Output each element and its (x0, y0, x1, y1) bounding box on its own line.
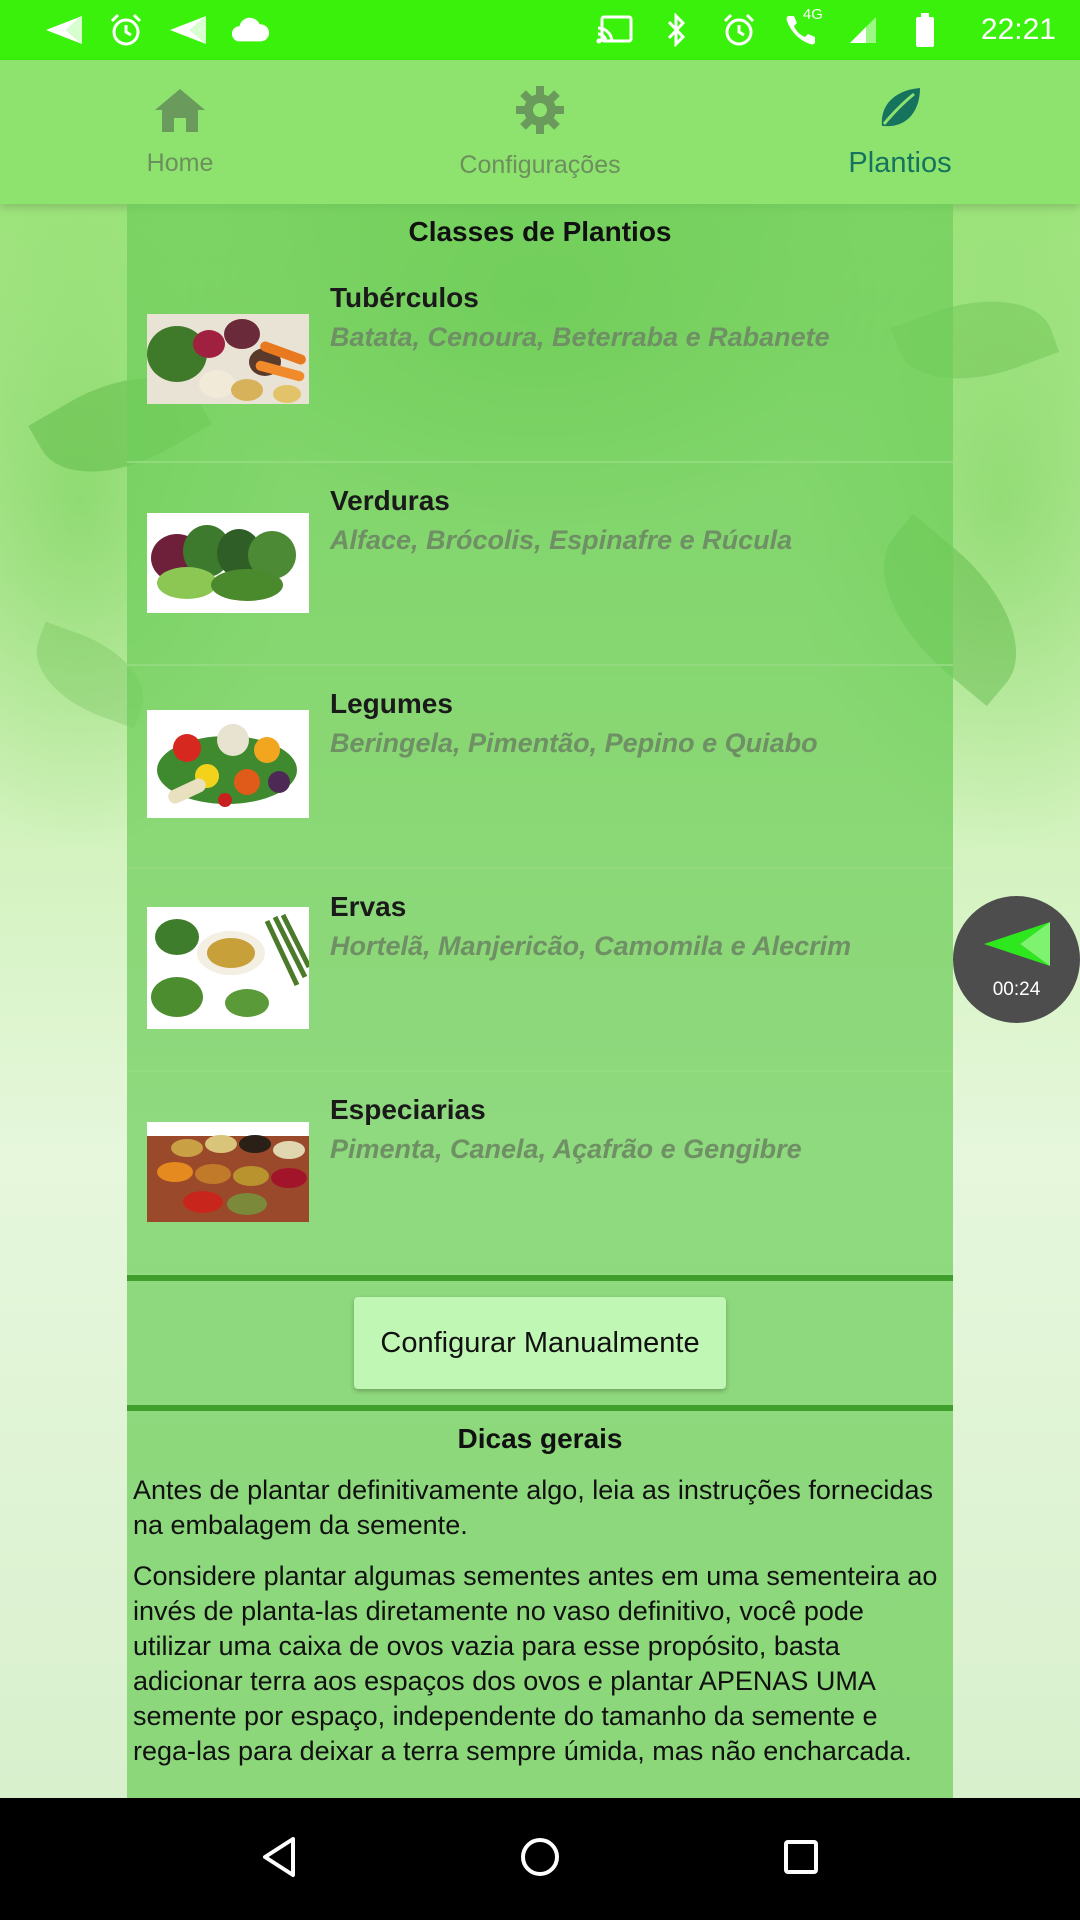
home-circle-icon[interactable] (518, 1835, 562, 1884)
tab-home-label: Home (146, 149, 214, 177)
divider (127, 1405, 953, 1411)
item-name: Especiarias (330, 1094, 486, 1125)
tips-title: Dicas gerais (457, 1423, 623, 1454)
system-nav-bar (0, 1798, 1080, 1920)
classes-title: Classes de Plantios (408, 216, 672, 247)
alarm-icon (719, 10, 759, 50)
tab-home[interactable]: Home (0, 60, 360, 204)
floating-recorder-bubble[interactable]: 00:24 (953, 896, 1080, 1023)
tip-paragraph: Antes de plantar definitivamente algo, l… (133, 1475, 933, 1540)
item-name: Legumes (330, 688, 453, 719)
item-name: Tubérculos (330, 282, 479, 313)
item-desc: Alface, Brócolis, Espinafre e Rúcula (330, 525, 793, 555)
item-desc: Pimenta, Canela, Açafrão e Gengibre (330, 1134, 802, 1164)
gear-icon (514, 84, 566, 141)
battery-icon (905, 10, 945, 50)
list-item-tuberculos[interactable]: Tubérculos Batata, Cenoura, Beterraba e … (127, 260, 953, 463)
list-item-verduras[interactable]: Verduras Alface, Brócolis, Espinafre e R… (127, 463, 953, 666)
send-icon (44, 10, 84, 50)
list-item-ervas[interactable]: Ervas Hortelã, Manjericão, Camomila e Al… (127, 869, 953, 1072)
leaf-icon (876, 84, 924, 137)
legumes-image (147, 710, 309, 818)
tab-plantios[interactable]: Plantios (720, 60, 1080, 204)
wifi-call-icon: 4G (781, 6, 823, 50)
item-name: Verduras (330, 485, 450, 516)
signal-icon (843, 10, 883, 50)
bluetooth-icon (657, 10, 697, 50)
tip-paragraph: Considere plantar algumas sementes antes… (133, 1561, 938, 1766)
tab-configuracoes-label: Configurações (459, 151, 621, 179)
recorder-timer: 00:24 (992, 979, 1041, 1000)
item-name: Ervas (330, 891, 407, 922)
verduras-image (147, 513, 309, 613)
item-desc: Hortelã, Manjericão, Camomila e Alecrim (330, 931, 852, 961)
manual-button-row: Configurar Manualmente (127, 1281, 953, 1405)
clock: 22:21 (980, 13, 1056, 46)
cast-icon (595, 10, 635, 50)
item-desc: Beringela, Pimentão, Pepino e Quiabo (330, 728, 818, 758)
send-icon (982, 918, 1052, 975)
recents-icon[interactable] (781, 1837, 821, 1882)
tab-plantios-label: Plantios (848, 147, 952, 179)
tuberculos-image (147, 314, 309, 404)
list-item-especiarias[interactable]: Especiarias Pimenta, Canela, Açafrão e G… (127, 1072, 953, 1275)
item-desc: Batata, Cenoura, Beterraba e Rabanete (330, 322, 830, 352)
home-icon (153, 86, 207, 139)
plantios-panel: Classes de Plantios Tubérculos Batata, C… (127, 204, 953, 1798)
ervas-image (147, 907, 309, 1029)
tab-configuracoes[interactable]: Configurações (360, 60, 720, 204)
network-label: 4G (802, 6, 823, 23)
especiarias-image (147, 1122, 309, 1222)
alarm-icon (106, 10, 146, 50)
back-icon[interactable] (259, 1835, 299, 1884)
top-tab-bar: Home Configurações Plantios (0, 60, 1080, 204)
status-bar: 4G 22:21 (0, 0, 1080, 60)
send-icon (168, 10, 208, 50)
configurar-manualmente-button[interactable]: Configurar Manualmente (354, 1297, 726, 1389)
cloud-icon (230, 10, 270, 50)
list-item-legumes[interactable]: Legumes Beringela, Pimentão, Pepino e Qu… (127, 666, 953, 869)
